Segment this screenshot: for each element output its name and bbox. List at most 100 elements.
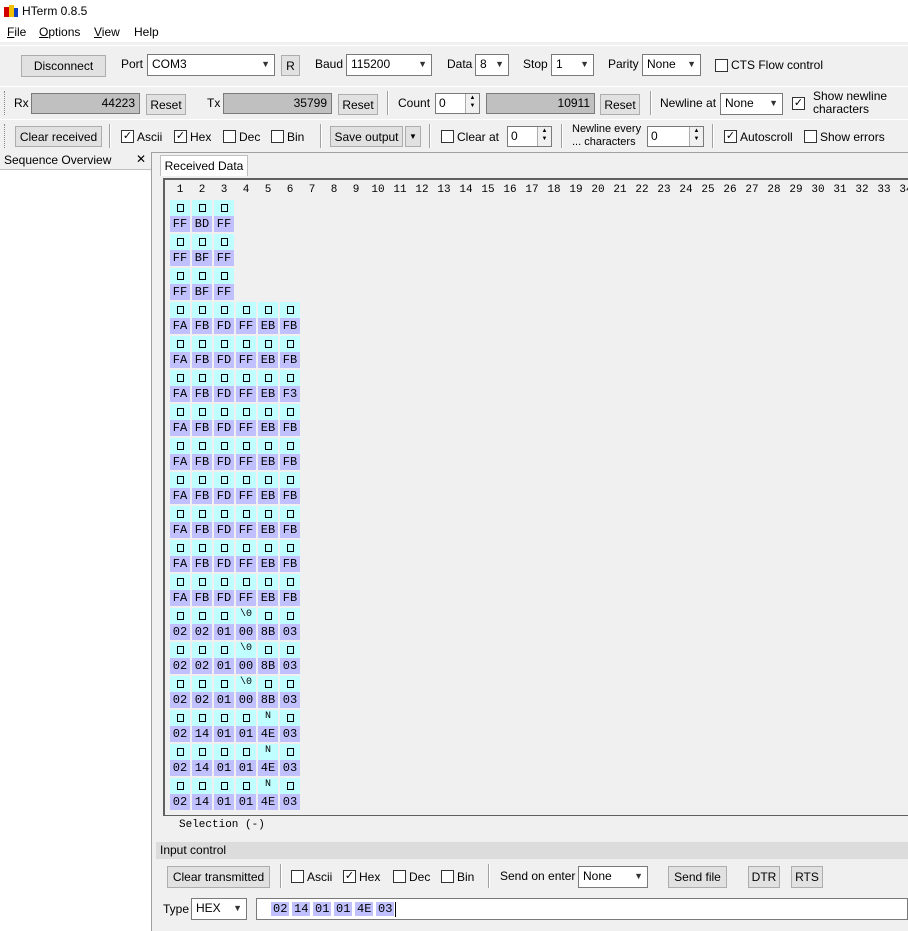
ruler-column-number: 15 (481, 184, 495, 196)
nonprintable-char-icon (286, 476, 294, 484)
type-select[interactable]: HEX ▼ (191, 898, 247, 920)
input-byte: 03 (376, 902, 395, 916)
count-reset-button[interactable]: Reset (600, 94, 640, 115)
parity-select[interactable]: None ▼ (642, 54, 701, 76)
newline-at-select[interactable]: None ▼ (720, 93, 783, 115)
nonprintable-char-icon (242, 476, 250, 484)
save-output-button[interactable]: Save output (330, 126, 403, 147)
input-ascii-checkbox[interactable] (291, 870, 304, 883)
disconnect-button[interactable]: Disconnect (21, 55, 106, 77)
show-newline-checkbox[interactable]: ✓ (792, 97, 805, 110)
connection-toolbar: Disconnect Port COM3 ▼ R Baud 115200 ▼ Dat… (0, 45, 908, 87)
stop-bits-select[interactable]: 1 ▼ (551, 54, 594, 76)
input-ascii-label: Ascii (307, 870, 333, 884)
hex-value: FF (236, 488, 256, 504)
refresh-ports-button[interactable]: R (281, 55, 300, 76)
nonprintable-char-icon (242, 714, 250, 722)
nonprintable-char-icon (198, 578, 206, 586)
toolbar-grip[interactable] (4, 91, 8, 115)
hex-value: FF (170, 284, 190, 300)
clear-received-button[interactable]: Clear received (15, 126, 102, 147)
hex-value: EB (258, 352, 278, 368)
ascii-char (192, 778, 212, 794)
bin-checkbox[interactable] (271, 130, 284, 143)
nonprintable-char-icon (198, 204, 206, 212)
tx-reset-button[interactable]: Reset (338, 94, 378, 115)
hex-value: 4E (258, 760, 278, 776)
count-spinner[interactable]: 0 ▲ ▼ (435, 93, 480, 114)
ascii-char (236, 404, 256, 420)
rts-button[interactable]: RTS (791, 866, 823, 888)
clear-transmitted-button[interactable]: Clear transmitted (167, 866, 270, 888)
clear-at-checkbox[interactable] (441, 130, 454, 143)
spinner-arrows-icon[interactable]: ▲ ▼ (465, 94, 479, 113)
ascii-char (170, 608, 190, 624)
separator (280, 864, 282, 888)
baud-select[interactable]: 115200 ▼ (346, 54, 432, 76)
autoscroll-checkbox[interactable]: ✓ (724, 130, 737, 143)
nonprintable-char-icon (176, 306, 184, 314)
hex-value: FB (192, 556, 212, 572)
ascii-char (258, 574, 278, 590)
hex-value: FD (214, 522, 234, 538)
menu-options[interactable]: Options (39, 25, 80, 39)
data-bits-select[interactable]: 8 ▼ (475, 54, 509, 76)
nonprintable-char-icon (220, 340, 228, 348)
hex-value: FD (214, 556, 234, 572)
hex-value: FF (214, 216, 234, 232)
input-hex-checkbox[interactable]: ✓ (343, 870, 356, 883)
chevron-down-icon: ▼ (495, 59, 504, 69)
nonprintable-char-icon (264, 646, 272, 654)
show-errors-checkbox[interactable] (804, 130, 817, 143)
input-bin-checkbox[interactable] (441, 870, 454, 883)
cts-checkbox[interactable] (715, 59, 728, 72)
input-dec-checkbox[interactable] (393, 870, 406, 883)
menu-help[interactable]: Help (134, 25, 159, 39)
port-select[interactable]: COM3 ▼ (147, 54, 275, 76)
nonprintable-char-icon (286, 510, 294, 518)
ascii-char (236, 540, 256, 556)
close-icon[interactable]: ✕ (136, 152, 146, 166)
hex-value: 01 (214, 794, 234, 810)
transmit-input[interactable]: 02 14 01 01 4E 03 (256, 898, 908, 920)
nonprintable-char-icon (198, 714, 206, 722)
send-file-button[interactable]: Send file (668, 866, 727, 888)
spinner-arrows-icon[interactable]: ▲ ▼ (537, 127, 551, 146)
input-byte: 01 (313, 902, 332, 916)
receive-toolbar: Clear received ✓ Ascii ✓ Hex Dec Bin Sav… (0, 119, 908, 153)
ruler-column-number: 27 (745, 184, 759, 196)
cts-label: CTS Flow control (731, 58, 824, 72)
ascii-char: \0 (236, 676, 256, 692)
hex-value: FB (280, 454, 300, 470)
hex-checkbox[interactable]: ✓ (174, 130, 187, 143)
ascii-char (170, 540, 190, 556)
send-on-enter-select[interactable]: None ▼ (578, 866, 648, 888)
toolbar-grip[interactable] (4, 124, 8, 148)
save-output-dropdown[interactable]: ▼ (405, 126, 421, 147)
ruler-column-number: 34 (899, 184, 908, 196)
received-data-view[interactable]: 1 2 3 4 5 6 7 8 9 10 11 12 13 14 15 16 17 18 19 20 21 22 23 24 2… (163, 178, 908, 815)
dec-checkbox[interactable] (223, 130, 236, 143)
ascii-char (214, 234, 234, 250)
rx-reset-button[interactable]: Reset (146, 94, 186, 115)
dtr-button[interactable]: DTR (748, 866, 780, 888)
hex-value: FB (280, 352, 300, 368)
clear-at-spinner[interactable]: 0 ▲ ▼ (507, 126, 552, 147)
menu-view[interactable]: View (94, 25, 120, 39)
tab-received-data[interactable]: Received Data (160, 155, 248, 176)
port-label: Port (121, 57, 144, 71)
hex-value: FF (236, 420, 256, 436)
ascii-char (170, 234, 190, 250)
menu-file[interactable]: File (7, 25, 26, 39)
spinner-arrows-icon[interactable]: ▲ ▼ (689, 127, 703, 146)
ascii-char (214, 404, 234, 420)
ascii-checkbox[interactable]: ✓ (121, 130, 134, 143)
nonprintable-char-icon (220, 306, 228, 314)
separator (320, 124, 322, 148)
ascii-char (214, 438, 234, 454)
ascii-char (280, 336, 300, 352)
window-title: HTerm 0.8.5 (22, 4, 88, 18)
hex-value: FA (170, 522, 190, 538)
ascii-char (192, 268, 212, 284)
newline-every-spinner[interactable]: 0 ▲ ▼ (647, 126, 704, 147)
